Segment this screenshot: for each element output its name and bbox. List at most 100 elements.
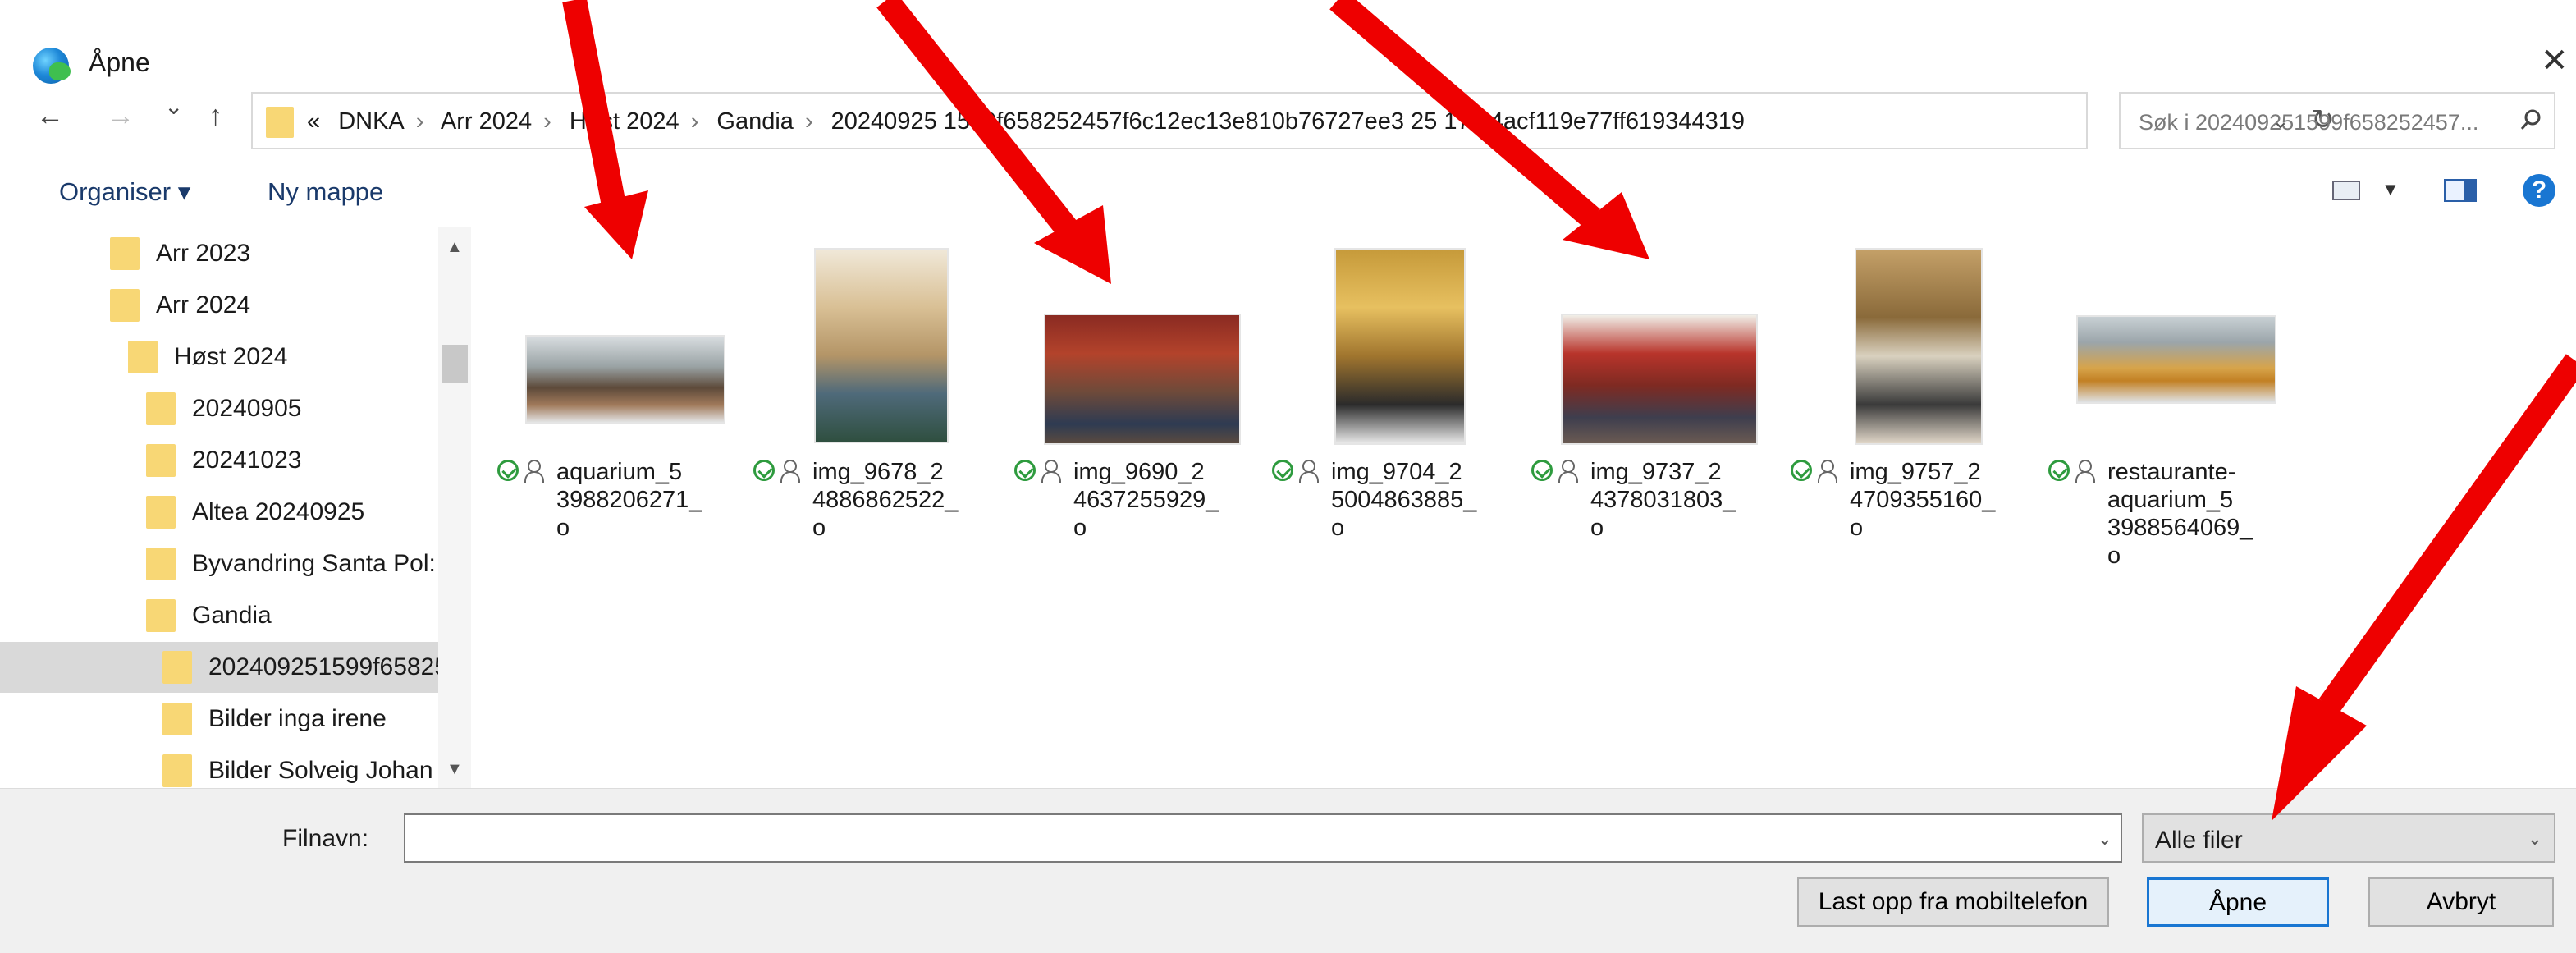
folder-icon	[146, 444, 176, 477]
tree-item-label: 20240905	[192, 395, 302, 422]
edge-app-icon	[33, 48, 71, 84]
search-input[interactable]: Søk i 202409251599f658252457...	[2119, 92, 2555, 149]
breadcrumb-arr-2024[interactable]: Arr 2024	[441, 108, 532, 135]
cancel-button[interactable]: Avbryt	[2368, 877, 2554, 927]
file-name: restaurante- aquarium_5 3988564069_ o	[2107, 459, 2253, 569]
file-type-value: Alle filer	[2155, 827, 2243, 854]
file-item[interactable]: img_9678_2 4886862522_ o	[753, 227, 996, 571]
new-folder-button[interactable]: Ny mappe	[268, 177, 383, 207]
file-status-icons	[497, 458, 556, 542]
address-bar[interactable]: « DNKA › Arr 2024 › Høst 2024 › Gandia › 202…	[251, 92, 2335, 149]
file-label[interactable]: img_9737_2 4378031803_ o	[1531, 458, 1769, 542]
file-list: aquarium_5 3988206271_ o img_9678_2 48868…	[476, 227, 2576, 788]
shared-person-icon	[524, 460, 544, 483]
filename-input[interactable]: ⌄	[404, 813, 2122, 863]
file-label[interactable]: img_9704_2 5004863885_ o	[1272, 458, 1510, 542]
open-button[interactable]: Åpne	[2147, 877, 2329, 927]
folder-icon	[162, 754, 192, 787]
file-thumbnail[interactable]	[1334, 248, 1466, 445]
tree-item[interactable]: Høst 2024	[0, 332, 438, 383]
folder-icon	[162, 703, 192, 735]
file-thumbnail[interactable]	[1561, 314, 1758, 445]
file-label[interactable]: img_9690_2 4637255929_ o	[1014, 458, 1252, 542]
chevron-right-icon: ›	[543, 108, 551, 135]
dialog-footer: Filnavn: ⌄ Alle filer ⌄ Last opp fra mob…	[0, 788, 2576, 953]
file-name: img_9678_2 4886862522_ o	[812, 459, 959, 541]
chevron-down-icon: ⌄	[2527, 828, 2542, 849]
file-name: aquarium_5 3988206271_ o	[556, 459, 702, 541]
folder-icon	[128, 341, 158, 373]
file-item[interactable]: aquarium_5 3988206271_ o	[497, 227, 740, 571]
close-icon[interactable]: ✕	[2541, 44, 2569, 77]
breadcrumb-overflow[interactable]: «	[307, 108, 320, 135]
tree-item[interactable]: Arr 2024	[0, 280, 438, 331]
breadcrumb[interactable]: « DNKA › Arr 2024 › Høst 2024 › Gandia › 202…	[307, 108, 1745, 135]
synced-check-icon	[1531, 460, 1553, 481]
tree-item[interactable]: Arr 2023	[0, 228, 438, 279]
tree-item[interactable]: Bilder inga irene	[0, 694, 438, 745]
synced-check-icon	[2048, 460, 2070, 481]
help-icon[interactable]: ?	[2523, 174, 2555, 207]
file-label[interactable]: restaurante- aquarium_5 3988564069_ o	[2048, 458, 2286, 570]
file-thumbnail[interactable]	[525, 335, 725, 424]
file-item[interactable]: img_9704_2 5004863885_ o	[1272, 227, 1515, 571]
tree-item-label: 20241023	[192, 447, 302, 474]
tree-item[interactable]: Gandia	[0, 590, 438, 641]
file-thumbnail[interactable]	[1855, 248, 1983, 445]
file-status-icons	[753, 458, 812, 542]
recent-locations-chevron-icon[interactable]: ⌄	[164, 95, 183, 118]
folder-icon	[110, 237, 140, 270]
command-toolbar: Organiser ▾ Ny mappe ▼ ?	[0, 161, 2576, 223]
navigation-scrollbar[interactable]: ▲ ▼	[438, 227, 471, 788]
shared-person-icon	[1298, 460, 1319, 483]
breadcrumb-host-2024[interactable]: Høst 2024	[570, 108, 679, 135]
folder-icon	[146, 548, 176, 580]
file-item[interactable]: img_9737_2 4378031803_ o	[1531, 227, 1774, 571]
filename-label: Filnavn:	[282, 825, 369, 852]
file-type-select[interactable]: Alle filer ⌄	[2142, 813, 2555, 863]
view-mode-icon[interactable]	[2332, 181, 2360, 200]
dialog-title: Åpne	[89, 48, 150, 77]
file-name: img_9704_2 5004863885_ o	[1331, 459, 1477, 541]
tree-item[interactable]: Byvandring Santa Pol:	[0, 538, 438, 589]
file-thumbnail[interactable]	[814, 248, 949, 443]
file-item[interactable]: img_9757_2 4709355160_ o	[1791, 227, 2034, 571]
file-thumbnail[interactable]	[2076, 315, 2276, 404]
tree-item-label: Høst 2024	[174, 343, 288, 370]
folder-icon	[266, 107, 294, 138]
folder-icon	[146, 496, 176, 529]
tree-item[interactable]: Altea 20240925	[0, 487, 438, 538]
synced-check-icon	[1272, 460, 1293, 481]
tree-item-label: Altea 20240925	[192, 498, 365, 525]
file-label[interactable]: img_9678_2 4886862522_ o	[753, 458, 991, 542]
scroll-thumb[interactable]	[442, 345, 468, 383]
synced-check-icon	[1014, 460, 1036, 481]
breadcrumb-gandia[interactable]: Gandia	[716, 108, 794, 135]
tree-item[interactable]: 20241023	[0, 435, 438, 486]
tree-item-label: Byvandring Santa Pol:	[192, 550, 436, 577]
upload-from-phone-button[interactable]: Last opp fra mobiltelefon	[1797, 877, 2109, 927]
file-status-icons	[1272, 458, 1331, 542]
scroll-up-icon[interactable]: ▲	[446, 238, 463, 257]
preview-pane-icon[interactable]	[2444, 179, 2477, 202]
file-label[interactable]: aquarium_5 3988206271_ o	[497, 458, 735, 542]
up-arrow-icon[interactable]: ↑	[208, 102, 222, 130]
file-item[interactable]: restaurante- aquarium_5 3988564069_ o	[2048, 227, 2291, 571]
folder-icon	[110, 289, 140, 322]
search-icon[interactable]	[2519, 108, 2542, 131]
file-status-icons	[1014, 458, 1073, 542]
chevron-right-icon: ›	[415, 108, 424, 135]
forward-arrow-icon[interactable]: →	[107, 102, 135, 130]
back-arrow-icon[interactable]: ←	[36, 102, 64, 130]
scroll-down-icon[interactable]: ▼	[446, 760, 463, 779]
file-item[interactable]: img_9690_2 4637255929_ o	[1014, 227, 1257, 571]
view-options-caret-icon[interactable]: ▼	[2382, 179, 2400, 200]
tree-item[interactable]: 20240905	[0, 383, 438, 434]
filename-dropdown-chevron-icon[interactable]: ⌄	[2098, 828, 2112, 850]
tree-item[interactable]: 202409251599f65825	[0, 642, 448, 693]
breadcrumb-current-folder[interactable]: 20240925 1599f658252457f6c12ec13e810b767…	[831, 108, 1745, 135]
breadcrumb-dnka[interactable]: DNKA	[338, 108, 405, 135]
file-thumbnail[interactable]	[1044, 314, 1241, 445]
file-label[interactable]: img_9757_2 4709355160_ o	[1791, 458, 2029, 542]
organize-menu-button[interactable]: Organiser ▾	[59, 177, 190, 207]
